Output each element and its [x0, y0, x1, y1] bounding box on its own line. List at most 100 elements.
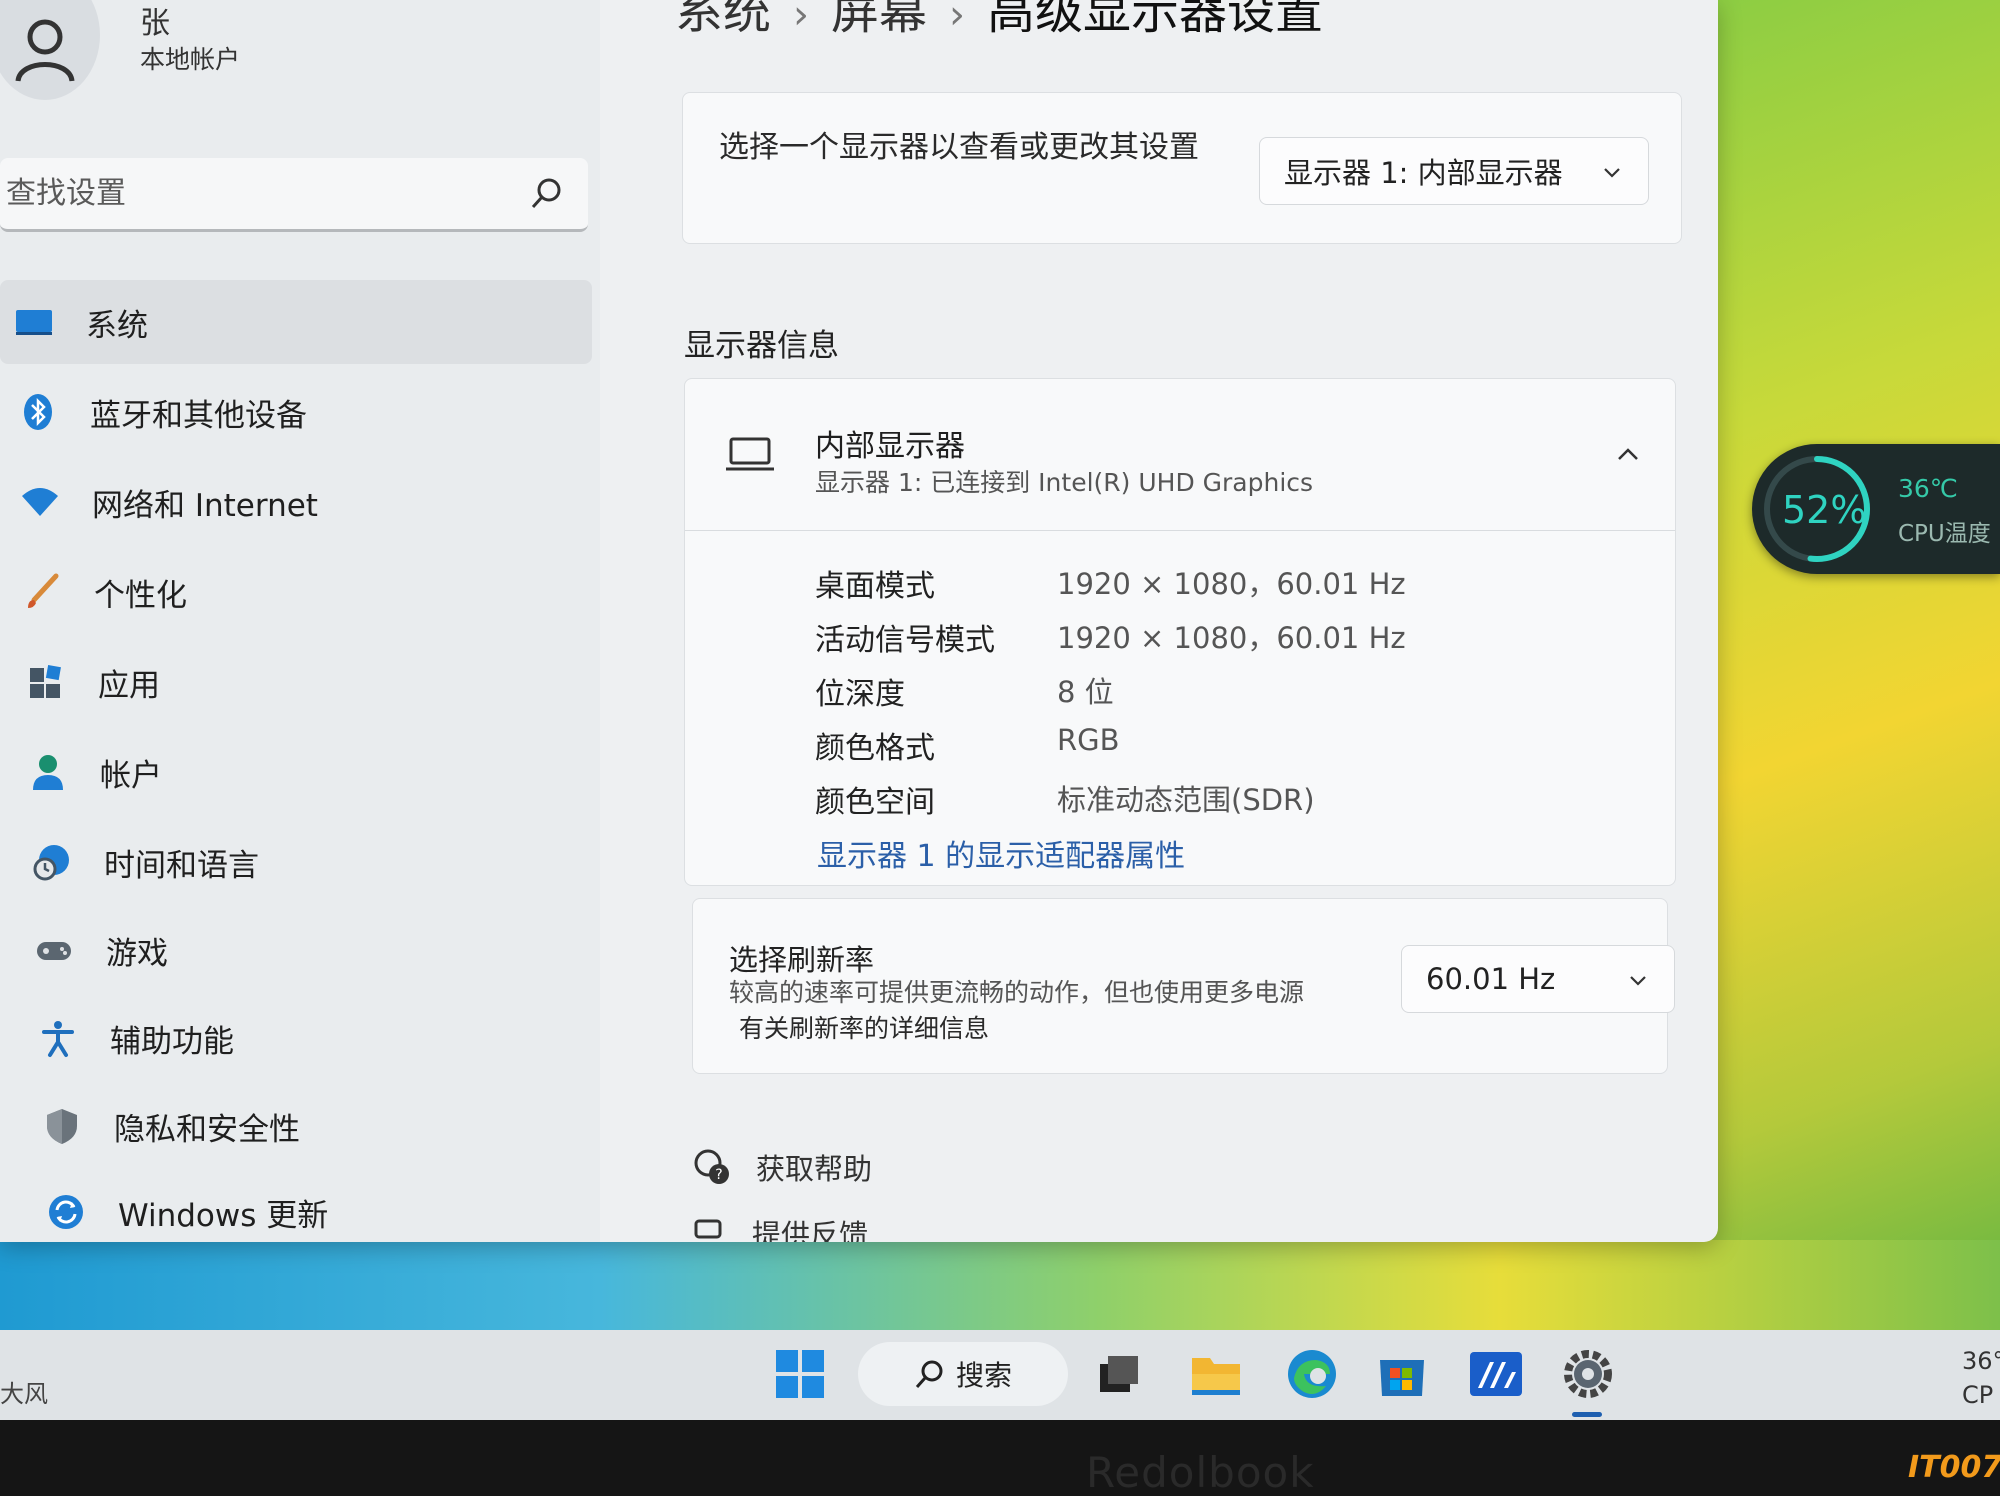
task-view-icon[interactable]	[1090, 1344, 1150, 1404]
info-value-color-format: RGB	[1057, 723, 1120, 757]
breadcrumb-separator: ›	[949, 0, 966, 38]
chevron-down-icon	[1604, 168, 1620, 178]
sidebar-item-label: Windows 更新	[118, 1197, 329, 1234]
device-brand: Redolbook	[1086, 1448, 1315, 1496]
section-title: 显示器信息	[684, 328, 839, 364]
sidebar-item-gaming[interactable]: 游戏	[0, 908, 592, 992]
info-label-color-format: 颜色格式	[815, 731, 935, 766]
sidebar-item-personalization[interactable]: 个性化	[0, 550, 592, 634]
chevron-up-icon[interactable]	[1613, 439, 1643, 469]
info-value-active-signal: 1920 × 1080，60.01 Hz	[1057, 621, 1406, 655]
weather-text[interactable]: 大风	[0, 1374, 48, 1409]
info-value-bit-depth: 8 位	[1057, 675, 1114, 709]
feedback-icon	[694, 1219, 722, 1239]
laptop-icon	[726, 437, 774, 471]
svg-text:?: ?	[715, 1167, 722, 1183]
cpu-usage: 52%	[1782, 488, 1867, 532]
brush-icon	[20, 570, 64, 614]
edge-icon[interactable]	[1282, 1344, 1342, 1404]
info-label-bit-depth: 位深度	[815, 677, 905, 712]
taskbar: 大风 搜索 36° CP	[0, 1330, 2000, 1420]
taskbar-search[interactable]: 搜索	[858, 1342, 1068, 1406]
start-icon[interactable]	[774, 1348, 826, 1400]
monitor-select-label: 选择一个显示器以查看或更改其设置	[719, 130, 1199, 165]
avatar[interactable]	[0, 0, 100, 100]
monitor-icon	[12, 300, 56, 344]
info-label-desktop-mode: 桌面模式	[815, 569, 935, 604]
breadcrumb-display[interactable]: 屏幕	[831, 0, 927, 40]
cpu-widget[interactable]: 52% 36℃ CPU温度	[1752, 444, 2000, 574]
sidebar: 张 本地帐户 系统 蓝牙和其他设备 网络和 Internet 个性化	[0, 0, 600, 1242]
search-icon	[915, 1360, 943, 1388]
display-name: 内部显示器	[815, 429, 965, 464]
settings-icon[interactable]	[1558, 1344, 1618, 1404]
search-input[interactable]	[6, 176, 506, 211]
search-icon[interactable]	[530, 176, 564, 210]
search-box[interactable]	[0, 158, 588, 232]
monitor-select-card: 选择一个显示器以查看或更改其设置 显示器 1: 内部显示器	[682, 92, 1682, 244]
cpu-temperature: 36℃	[1898, 474, 1958, 503]
refresh-rate-details-link[interactable]: 有关刷新率的详细信息	[739, 1014, 989, 1043]
main-pane: 系统 › 屏幕 › 高级显示器设置 选择一个显示器以查看或更改其设置 显示器 1: 内部…	[640, 0, 1718, 1242]
info-label-active-signal: 活动信号模式	[815, 623, 995, 658]
shield-icon	[40, 1104, 84, 1148]
app-icon[interactable]	[1466, 1344, 1526, 1404]
sidebar-item-system[interactable]: 系统	[0, 280, 592, 364]
user-icon	[15, 19, 75, 82]
globe-clock-icon	[30, 840, 74, 884]
sidebar-item-windows-update[interactable]: Windows 更新	[0, 1170, 592, 1242]
info-value-color-space: 标准动态范围(SDR)	[1057, 783, 1315, 817]
sidebar-item-privacy[interactable]: 隐私和安全性	[0, 1084, 592, 1168]
get-help-label: 获取帮助	[756, 1152, 873, 1186]
display-info-header[interactable]: 内部显示器 显示器 1: 已连接到 Intel(R) UHD Graphics	[685, 379, 1675, 531]
taskbar-search-label: 搜索	[955, 1359, 1012, 1392]
wallpaper	[1700, 0, 2000, 1330]
adapter-properties-link[interactable]: 显示器 1 的显示适配器属性	[817, 831, 1185, 875]
sidebar-item-label: 系统	[86, 307, 148, 344]
feedback-label: 提供反馈	[752, 1218, 869, 1242]
sidebar-item-accessibility[interactable]: 辅助功能	[0, 996, 592, 1080]
refresh-rate-description: 较高的速率可提供更流畅的动作，但也使用更多电源有关刷新率的详细信息	[729, 975, 1319, 1047]
chevron-down-icon	[1630, 976, 1646, 986]
laptop-bezel	[0, 1420, 2000, 1496]
store-icon[interactable]	[1372, 1344, 1432, 1404]
tray-temperature: 36°	[1962, 1347, 2000, 1375]
refresh-rate-card: 选择刷新率 较高的速率可提供更流畅的动作，但也使用更多电源有关刷新率的详细信息 …	[692, 898, 1675, 1074]
sidebar-item-label: 隐私和安全性	[114, 1111, 300, 1148]
wifi-icon	[18, 480, 62, 524]
feedback-link[interactable]: 提供反馈	[692, 1212, 868, 1242]
system-tray[interactable]: 36° CP	[1962, 1344, 2000, 1412]
get-help-link[interactable]: ? 获取帮助	[692, 1146, 872, 1188]
page-title: 高级显示器设置	[987, 0, 1324, 40]
display-info-card: 内部显示器 显示器 1: 已连接到 Intel(R) UHD Graphics …	[684, 378, 1676, 886]
person-icon	[26, 750, 70, 794]
sidebar-item-time-language[interactable]: 时间和语言	[0, 820, 592, 904]
sidebar-item-accounts[interactable]: 帐户	[0, 730, 592, 814]
file-explorer-icon[interactable]	[1186, 1344, 1246, 1404]
sidebar-item-label: 帐户	[100, 757, 162, 794]
sidebar-item-label: 辅助功能	[110, 1023, 234, 1060]
wallpaper-strip	[0, 1240, 2000, 1330]
sidebar-item-label: 时间和语言	[104, 847, 259, 884]
bluetooth-icon	[16, 390, 60, 434]
monitor-dropdown-value: 显示器 1: 内部显示器	[1284, 156, 1563, 190]
display-connection: 显示器 1: 已连接到 Intel(R) UHD Graphics	[815, 468, 1314, 497]
sidebar-item-apps[interactable]: 应用	[0, 640, 592, 724]
account-type: 本地帐户	[140, 45, 241, 74]
accessibility-icon	[36, 1016, 80, 1060]
info-label-color-space: 颜色空间	[815, 785, 935, 820]
help-icon: ?	[694, 1149, 729, 1184]
user-name: 张	[140, 6, 170, 41]
sidebar-item-bluetooth[interactable]: 蓝牙和其他设备	[0, 370, 592, 454]
sidebar-item-label: 应用	[98, 667, 160, 704]
sidebar-item-network[interactable]: 网络和 Internet	[0, 460, 592, 544]
breadcrumb: 系统 › 屏幕 › 高级显示器设置	[675, 0, 1323, 42]
refresh-rate-title: 选择刷新率	[729, 943, 875, 977]
gamepad-icon	[32, 928, 76, 972]
refresh-rate-dropdown[interactable]: 60.01 Hz	[1401, 945, 1675, 1013]
breadcrumb-system[interactable]: 系统	[675, 0, 771, 40]
breadcrumb-separator: ›	[793, 0, 810, 38]
cpu-label: CPU温度	[1898, 521, 1991, 547]
monitor-dropdown[interactable]: 显示器 1: 内部显示器	[1259, 137, 1649, 205]
watermark: IT007	[1908, 1450, 2000, 1485]
